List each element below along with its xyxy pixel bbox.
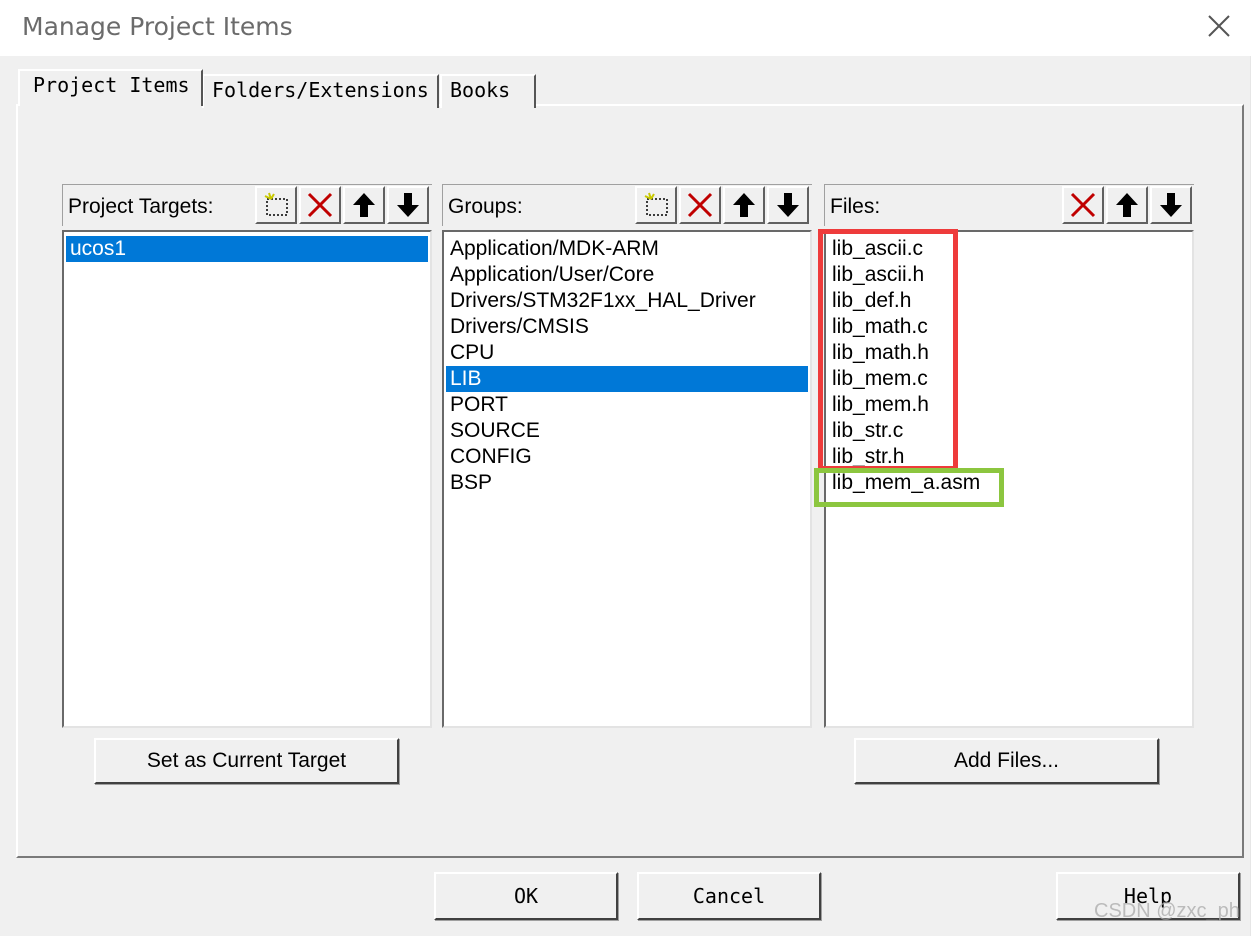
- arrow-up-icon: [353, 193, 375, 217]
- tab-books[interactable]: Books: [440, 74, 536, 108]
- red-highlight-box: [818, 229, 958, 471]
- arrow-up-icon: [733, 193, 755, 217]
- groups-new-button[interactable]: [635, 186, 677, 224]
- arrow-up-icon: [1116, 193, 1138, 217]
- list-item[interactable]: Application/User/Core: [446, 262, 808, 288]
- arrow-down-icon: [1160, 193, 1182, 217]
- new-item-icon: [644, 192, 668, 216]
- list-item[interactable]: CPU: [446, 340, 808, 366]
- files-label: Files:: [830, 195, 881, 218]
- targets-move-down-button[interactable]: [387, 186, 429, 224]
- delete-x-icon: [1070, 192, 1096, 218]
- set-current-target-button[interactable]: Set as Current Target: [94, 738, 399, 784]
- groups-delete-button[interactable]: [679, 186, 721, 224]
- title-bar: Manage Project Items: [0, 0, 1259, 56]
- targets-delete-button[interactable]: [299, 186, 341, 224]
- list-item[interactable]: Drivers/CMSIS: [446, 314, 808, 340]
- targets-label: Project Targets:: [68, 195, 214, 218]
- targets-list[interactable]: ucos1: [62, 230, 432, 728]
- files-delete-button[interactable]: [1062, 186, 1104, 224]
- list-item[interactable]: Drivers/STM32F1xx_HAL_Driver: [446, 288, 808, 314]
- delete-x-icon: [687, 192, 713, 218]
- targets-new-button[interactable]: [255, 186, 297, 224]
- groups-move-down-button[interactable]: [767, 186, 809, 224]
- groups-move-up-button[interactable]: [723, 186, 765, 224]
- files-move-up-button[interactable]: [1106, 186, 1148, 224]
- list-item[interactable]: Application/MDK-ARM: [446, 236, 808, 262]
- arrow-down-icon: [777, 193, 799, 217]
- list-item[interactable]: SOURCE: [446, 418, 808, 444]
- groups-list[interactable]: Application/MDK-ARM Application/User/Cor…: [442, 230, 812, 728]
- list-item[interactable]: BSP: [446, 470, 808, 496]
- window-title: Manage Project Items: [22, 12, 293, 41]
- cancel-button[interactable]: Cancel: [637, 872, 821, 920]
- new-item-icon: [264, 192, 288, 216]
- ok-button[interactable]: OK: [434, 872, 618, 920]
- add-files-button[interactable]: Add Files...: [854, 738, 1159, 784]
- files-move-down-button[interactable]: [1150, 186, 1192, 224]
- close-icon: [1208, 15, 1230, 37]
- list-item[interactable]: LIB: [446, 366, 808, 392]
- list-item[interactable]: PORT: [446, 392, 808, 418]
- close-button[interactable]: [1198, 8, 1240, 44]
- watermark: CSDN @zxc_ph: [1094, 900, 1240, 922]
- list-item[interactable]: CONFIG: [446, 444, 808, 470]
- arrow-down-icon: [397, 193, 419, 217]
- delete-x-icon: [307, 192, 333, 218]
- tab-folders-extensions[interactable]: Folders/Extensions: [202, 74, 439, 108]
- targets-move-up-button[interactable]: [343, 186, 385, 224]
- window-edge: [1250, 56, 1259, 936]
- groups-label: Groups:: [448, 195, 523, 218]
- list-item[interactable]: ucos1: [66, 236, 428, 262]
- green-highlight-box: [814, 468, 1004, 507]
- tab-project-items[interactable]: Project Items: [18, 69, 203, 106]
